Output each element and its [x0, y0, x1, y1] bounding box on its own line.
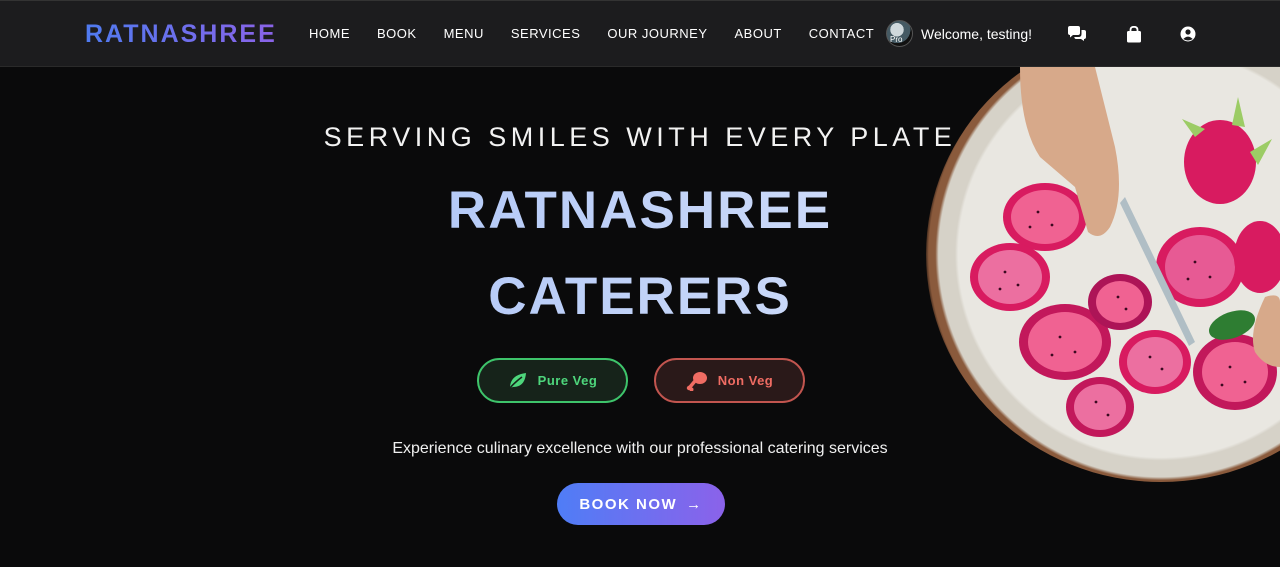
- nav-link-home[interactable]: HOME: [309, 26, 350, 41]
- brand-logo[interactable]: RATNASHREE: [85, 20, 277, 49]
- non-veg-button[interactable]: Non Veg: [654, 358, 805, 403]
- nav-link-contact[interactable]: CONTACT: [809, 26, 874, 41]
- avatar-alt-text: Pro: [890, 35, 903, 44]
- welcome-text: Welcome, testing!: [921, 25, 1033, 42]
- user-circle-icon[interactable]: [1178, 24, 1198, 44]
- leaf-icon: [508, 372, 526, 390]
- book-now-button[interactable]: BOOK NOW →: [557, 483, 725, 525]
- drumstick-icon: [686, 371, 707, 391]
- nav-link-menu[interactable]: MENU: [444, 26, 484, 41]
- shopping-bag-icon[interactable]: [1124, 24, 1144, 44]
- hero-subtitle: Experience culinary excellence with our …: [392, 440, 888, 457]
- hero-title-line2: CATERERS: [0, 266, 1280, 327]
- hero-title-line1: RATNASHREE: [0, 180, 1280, 241]
- pure-veg-label: Pure Veg: [537, 373, 598, 388]
- navbar: RATNASHREE HOME BOOK MENU SERVICES OUR J…: [0, 0, 1280, 67]
- hero-tagline: SERVING SMILES WITH EVERY PLATE: [323, 122, 957, 152]
- book-now-label: BOOK NOW: [579, 495, 678, 513]
- nav-link-our-journey[interactable]: OUR JOURNEY: [607, 26, 707, 41]
- chat-icon[interactable]: [1067, 24, 1087, 44]
- nav-link-services[interactable]: SERVICES: [511, 26, 581, 41]
- non-veg-label: Non Veg: [717, 373, 774, 388]
- avatar[interactable]: Pro: [886, 20, 913, 47]
- user-area[interactable]: Pro Welcome, testing!: [886, 20, 1032, 47]
- arrow-right-icon: →: [686, 495, 703, 513]
- pure-veg-button[interactable]: Pure Veg: [477, 358, 628, 403]
- nav-link-about[interactable]: ABOUT: [735, 26, 782, 41]
- nav-link-book[interactable]: BOOK: [377, 26, 417, 41]
- nav-links: HOME BOOK MENU SERVICES OUR JOURNEY ABOU…: [309, 26, 901, 41]
